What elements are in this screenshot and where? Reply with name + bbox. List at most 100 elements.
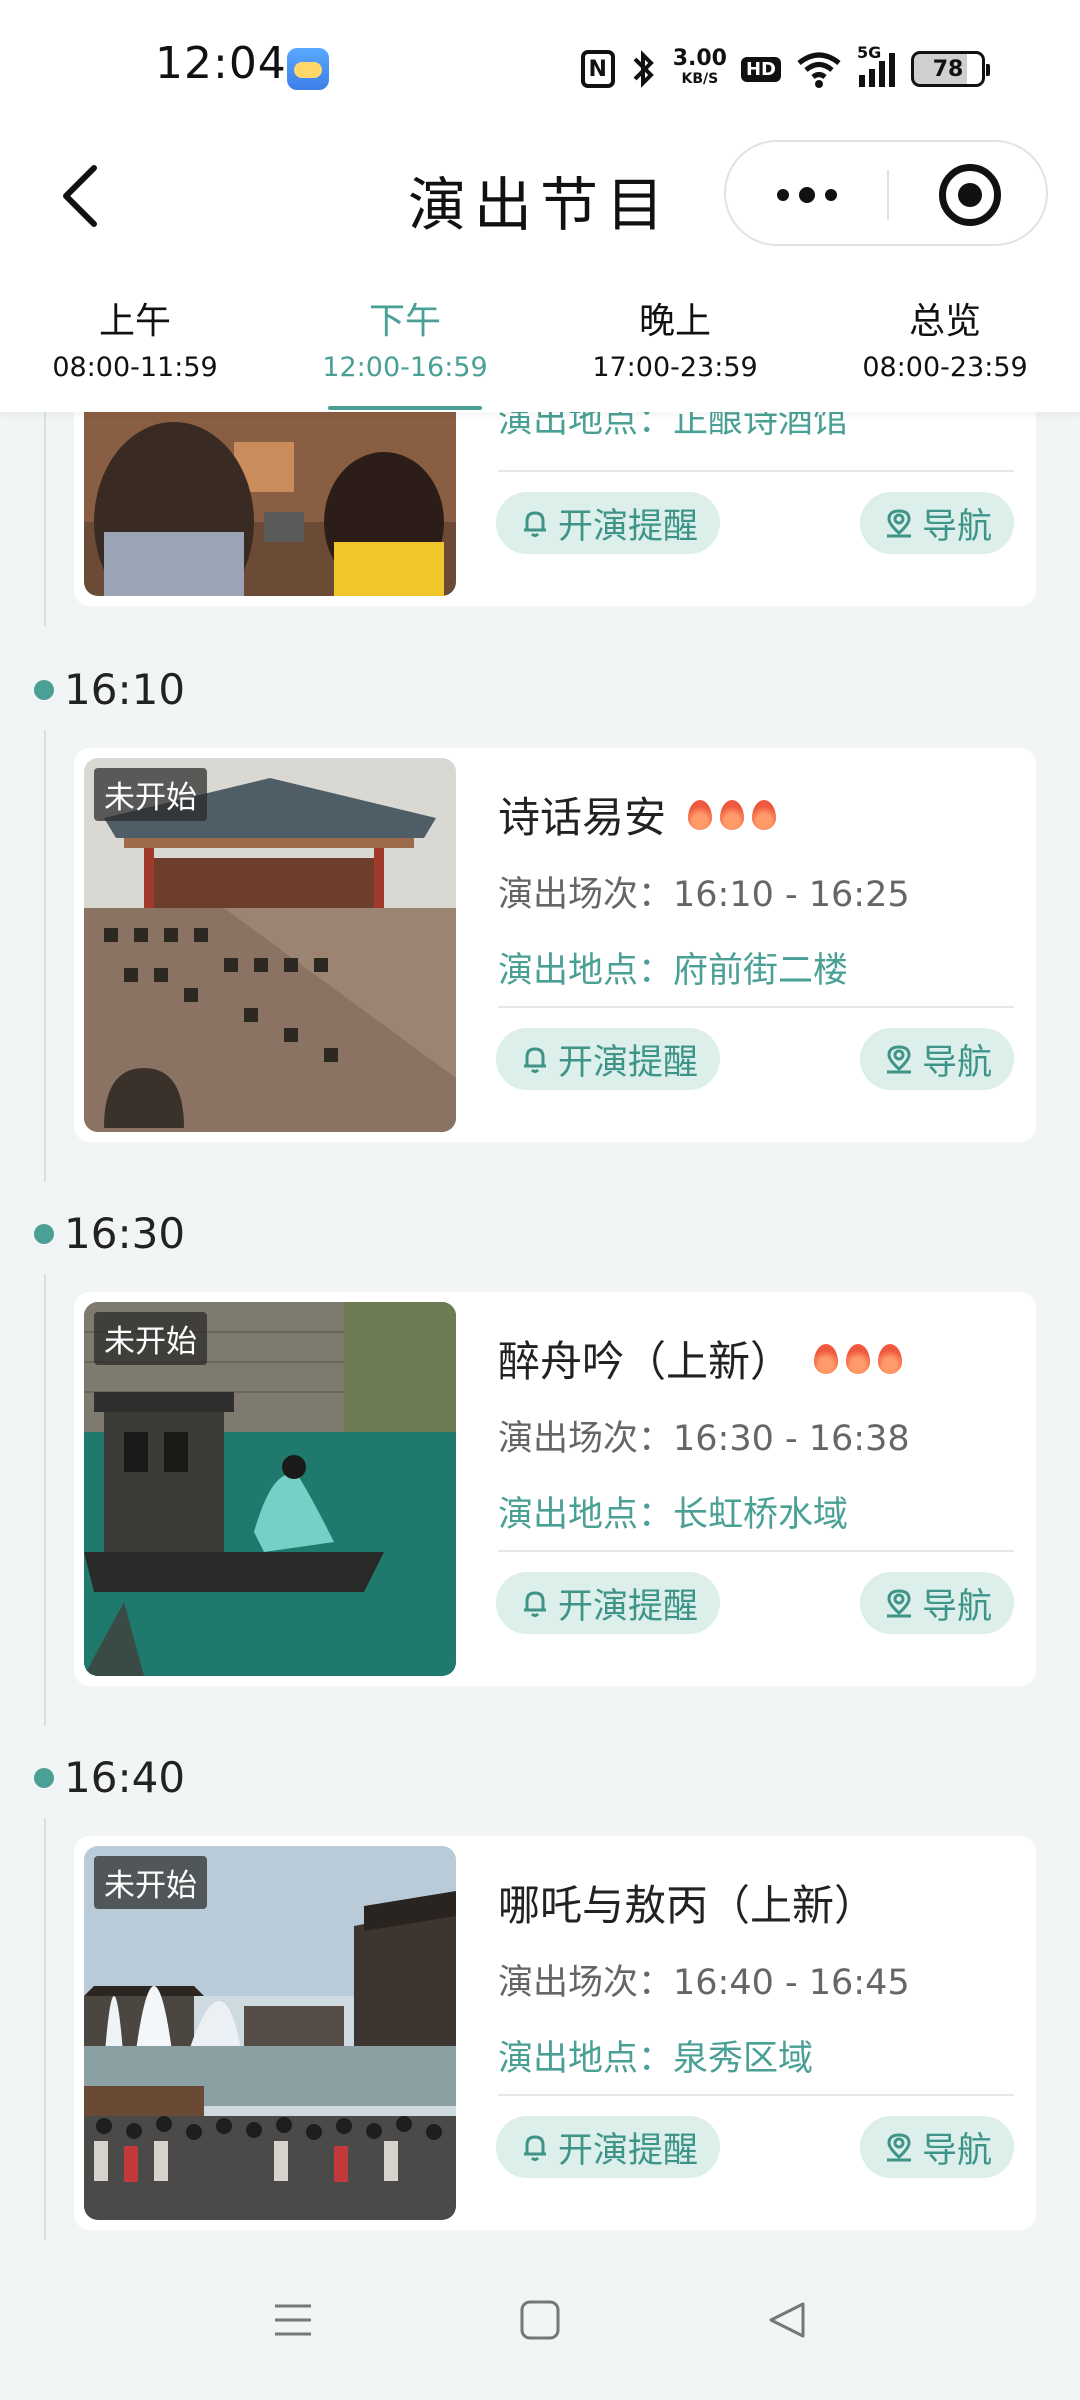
program-list[interactable]: 演出地点：正酿诗酒馆 开演提醒 导航 16:10 未开始 诗话易安 演出场次：1…	[0, 412, 1080, 2240]
program-title: 诗话易安	[498, 784, 777, 845]
net-speed-value: 3.00	[672, 46, 727, 71]
bell-icon	[524, 2135, 546, 2161]
program-title: 哪吒与敖丙（上新）	[498, 1872, 876, 1933]
tab-time: 12:00-16:59	[322, 352, 488, 383]
program-title: 醉舟吟（上新）	[498, 1328, 903, 1389]
program-card[interactable]: 未开始 醉舟吟（上新） 演出场次：16:30 - 16:38 演出地点：长虹桥水…	[74, 1292, 1036, 1686]
bluetooth-icon	[629, 49, 659, 89]
navigate-button[interactable]: 导航	[859, 1572, 1014, 1634]
navigate-label: 导航	[921, 2130, 992, 2171]
status-time: 12:04	[155, 38, 287, 89]
timeline-dot	[34, 1768, 54, 1788]
program-session: 演出场次：16:40 - 16:45	[498, 1963, 910, 2003]
reminder-label: 开演提醒	[558, 2130, 699, 2171]
time-label: 16:10	[64, 665, 186, 714]
tab-afternoon[interactable]: 下午 12:00-16:59	[270, 260, 540, 412]
flame-icon	[814, 1343, 839, 1374]
bell-icon	[524, 511, 546, 537]
more-dot-icon	[824, 189, 837, 201]
status-bar: 12:04 N 3.00 KB/S HD 5G 78	[0, 0, 1080, 130]
target-icon	[938, 164, 1001, 226]
navigate-button[interactable]: 导航	[859, 492, 1014, 554]
reminder-label: 开演提醒	[558, 1586, 699, 1627]
tab-name: 总览	[908, 301, 981, 342]
heat-rating	[688, 799, 777, 830]
program-image: 未开始	[84, 1846, 456, 2220]
reminder-label: 开演提醒	[558, 506, 699, 547]
network-speed: 3.00 KB/S	[672, 46, 727, 89]
program-card[interactable]: 未开始 诗话易安 演出场次：16:10 - 16:25 演出地点：府前街二楼 开…	[74, 748, 1036, 1142]
tab-time: 17:00-23:59	[592, 352, 758, 383]
home-button[interactable]	[495, 2275, 585, 2365]
nfc-icon: N	[580, 50, 615, 88]
program-title-text: 哪吒与敖丙（上新）	[498, 1881, 877, 1930]
more-dot-icon	[798, 187, 815, 203]
timeline-line	[44, 412, 46, 626]
cellular-signal-icon: 5G	[857, 43, 897, 89]
navigate-button[interactable]: 导航	[859, 2116, 1014, 2178]
program-image: 未开始	[84, 758, 456, 1132]
signal-label: 5G	[857, 43, 882, 62]
more-dot-icon	[776, 189, 789, 201]
show-reminder-button[interactable]: 开演提醒	[496, 492, 721, 554]
program-image: 未开始	[84, 1302, 456, 1676]
back-nav-button[interactable]	[742, 2275, 832, 2365]
timeline-line	[44, 730, 46, 1182]
period-tabs: 上午 08:00-11:59 下午 12:00-16:59 晚上 17:00-2…	[0, 260, 1080, 412]
time-label: 16:40	[64, 1753, 186, 1802]
program-card[interactable]: 未开始 哪吒与敖丙（上新） 演出场次：16:40 - 16:45 演出地点：泉秀…	[74, 1836, 1036, 2230]
show-reminder-button[interactable]: 开演提醒	[496, 2116, 721, 2178]
net-speed-unit: KB/S	[681, 71, 719, 87]
hd-icon: HD	[740, 56, 781, 82]
navigate-button[interactable]: 导航	[859, 1028, 1014, 1090]
program-title-text: 醉舟吟（上新）	[498, 1337, 793, 1386]
program-image	[84, 412, 456, 596]
title-bar: 演出节目	[0, 130, 1080, 260]
status-badge: 未开始	[94, 1312, 207, 1365]
system-nav-bar	[0, 2240, 1080, 2400]
more-button[interactable]	[726, 142, 887, 248]
timeline-dot	[34, 1224, 54, 1244]
weather-icon	[287, 48, 329, 90]
back-button[interactable]	[50, 156, 120, 234]
card-divider	[498, 470, 1014, 472]
miniprogram-capsule	[724, 140, 1048, 246]
tab-morning[interactable]: 上午 08:00-11:59	[0, 260, 270, 412]
show-reminder-button[interactable]: 开演提醒	[496, 1572, 721, 1634]
tab-time: 08:00-11:59	[52, 352, 218, 383]
chevron-left-icon	[63, 165, 97, 227]
flame-icon	[752, 799, 777, 830]
bell-icon	[524, 1047, 546, 1073]
reminder-label: 开演提醒	[558, 1042, 699, 1083]
tab-evening[interactable]: 晚上 17:00-23:59	[540, 260, 810, 412]
program-card-partial[interactable]: 演出地点：正酿诗酒馆 开演提醒 导航	[74, 412, 1036, 606]
square-icon	[520, 2300, 560, 2340]
timeline-line	[44, 1818, 46, 2240]
flame-icon	[688, 799, 713, 830]
status-badge: 未开始	[94, 1856, 207, 1909]
close-miniprogram-button[interactable]	[889, 142, 1050, 248]
location-pin-icon	[886, 2133, 911, 2162]
wifi-icon	[795, 49, 843, 89]
location-pin-icon	[886, 1589, 911, 1618]
tab-name: 晚上	[638, 301, 711, 342]
tab-overview[interactable]: 总览 08:00-23:59	[810, 260, 1080, 412]
timeline-dot	[34, 680, 54, 700]
program-location[interactable]: 演出地点：泉秀区域	[498, 2030, 813, 2081]
tab-time: 08:00-23:59	[862, 352, 1028, 383]
status-badge: 未开始	[94, 768, 207, 821]
tab-name: 下午	[368, 301, 441, 342]
status-icons: N 3.00 KB/S HD 5G 78	[580, 43, 990, 94]
flame-icon	[720, 799, 745, 830]
card-divider	[498, 1006, 1014, 1008]
battery-icon: 78	[911, 51, 990, 87]
timeline-line	[44, 1274, 46, 1726]
program-location[interactable]: 演出地点：正酿诗酒馆	[498, 412, 848, 443]
program-location[interactable]: 演出地点：府前街二楼	[498, 942, 848, 993]
menu-button[interactable]	[248, 2275, 338, 2365]
navigate-label: 导航	[921, 1042, 992, 1083]
program-location[interactable]: 演出地点：长虹桥水域	[498, 1486, 848, 1537]
location-pin-icon	[886, 509, 911, 538]
show-reminder-button[interactable]: 开演提醒	[496, 1028, 721, 1090]
heat-rating	[814, 1343, 903, 1374]
